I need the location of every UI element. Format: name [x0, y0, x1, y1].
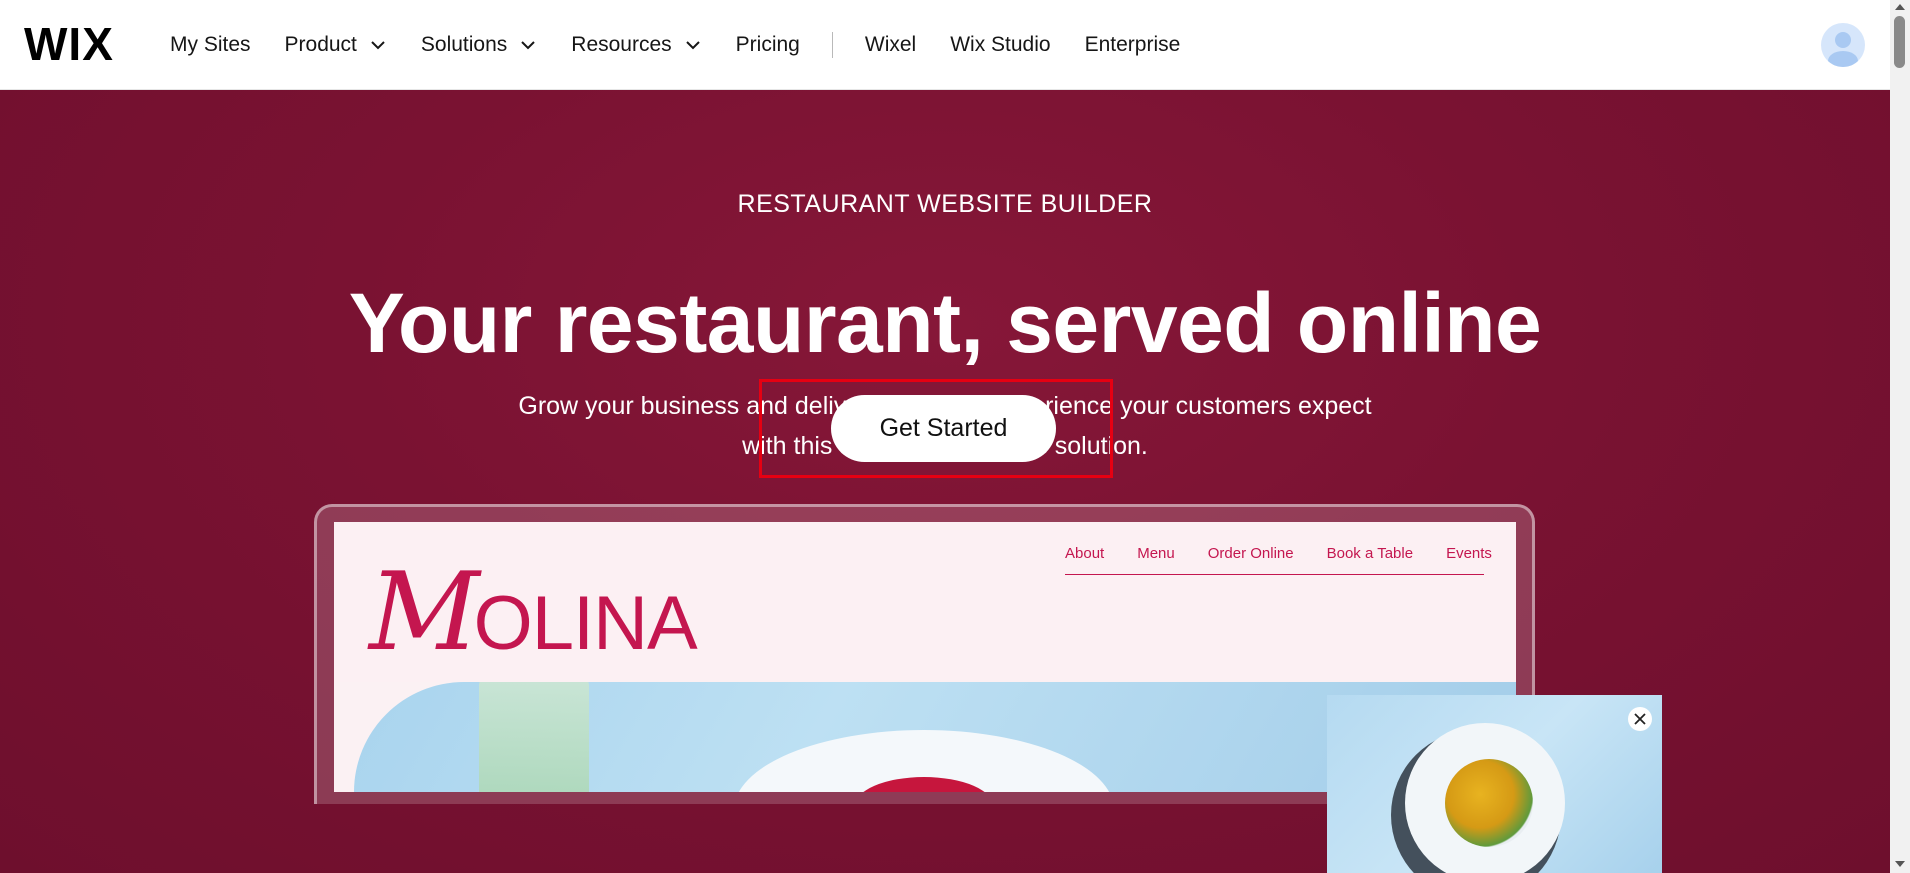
chevron-down-icon — [371, 41, 385, 50]
nav-product[interactable]: Product — [285, 33, 387, 57]
nav-resources[interactable]: Resources — [571, 33, 701, 57]
preview-nav-menu: Menu — [1137, 545, 1175, 562]
nav-solutions[interactable]: Solutions — [421, 33, 537, 57]
preview-nav-underline — [1065, 574, 1484, 575]
wix-logo[interactable]: WIX — [24, 20, 114, 68]
nav-divider — [831, 32, 833, 58]
scroll-up-arrow-icon[interactable] — [1895, 4, 1905, 10]
preview-nav-about: About — [1065, 545, 1105, 562]
avatar-silhouette-icon — [1828, 32, 1858, 67]
close-x-icon — [1634, 713, 1646, 725]
nav-pricing[interactable]: Pricing — [736, 33, 800, 57]
hero-eyebrow: RESTAURANT WEBSITE BUILDER — [737, 190, 1153, 218]
nav-my-sites-label: My Sites — [170, 33, 251, 56]
preview-nav-book-a-table: Book a Table — [1326, 545, 1414, 562]
get-started-button[interactable]: Get Started — [831, 395, 1056, 462]
nav-my-sites[interactable]: My Sites — [170, 33, 251, 57]
user-avatar-icon[interactable] — [1821, 23, 1865, 67]
molina-logo: MOLINA — [369, 550, 698, 675]
page-scrollbar[interactable] — [1890, 0, 1910, 873]
preview-nav: About Menu Order Online Book a Table Eve… — [1065, 545, 1492, 562]
preview-header: MOLINA About Menu Order Online Book a Ta… — [334, 522, 1516, 682]
nav-pricing-label: Pricing — [735, 33, 800, 56]
nav-resources-label: Resources — [571, 33, 672, 56]
drink-glass-image — [479, 682, 589, 792]
floating-video-popup[interactable] — [1327, 695, 1662, 873]
nav-solutions-label: Solutions — [420, 33, 508, 56]
nav-wixel[interactable]: Wixel — [865, 33, 916, 57]
preview-nav-order-online: Order Online — [1207, 545, 1294, 562]
nav-wix-studio[interactable]: Wix Studio — [950, 33, 1050, 57]
scroll-down-arrow-icon[interactable] — [1895, 861, 1905, 867]
nav-wix-studio-label: Wix Studio — [950, 33, 1051, 56]
top-navigation: WIX My Sites Product Solutions Resources… — [0, 0, 1890, 90]
chevron-down-icon — [685, 41, 700, 50]
nav-enterprise-label: Enterprise — [1084, 33, 1181, 56]
hero-headline: Your restaurant, served online — [348, 276, 1542, 370]
close-icon[interactable] — [1628, 707, 1652, 731]
tortellini-image — [1445, 759, 1533, 847]
chevron-down-icon — [521, 41, 535, 50]
scrollbar-thumb[interactable] — [1894, 16, 1905, 68]
nav-wixel-label: Wixel — [864, 33, 917, 56]
main-menu: My Sites Product Solutions Resources Pri… — [170, 0, 1214, 90]
nav-enterprise[interactable]: Enterprise — [1085, 33, 1181, 57]
preview-nav-events: Events — [1446, 545, 1492, 562]
nav-product-label: Product — [284, 33, 357, 56]
